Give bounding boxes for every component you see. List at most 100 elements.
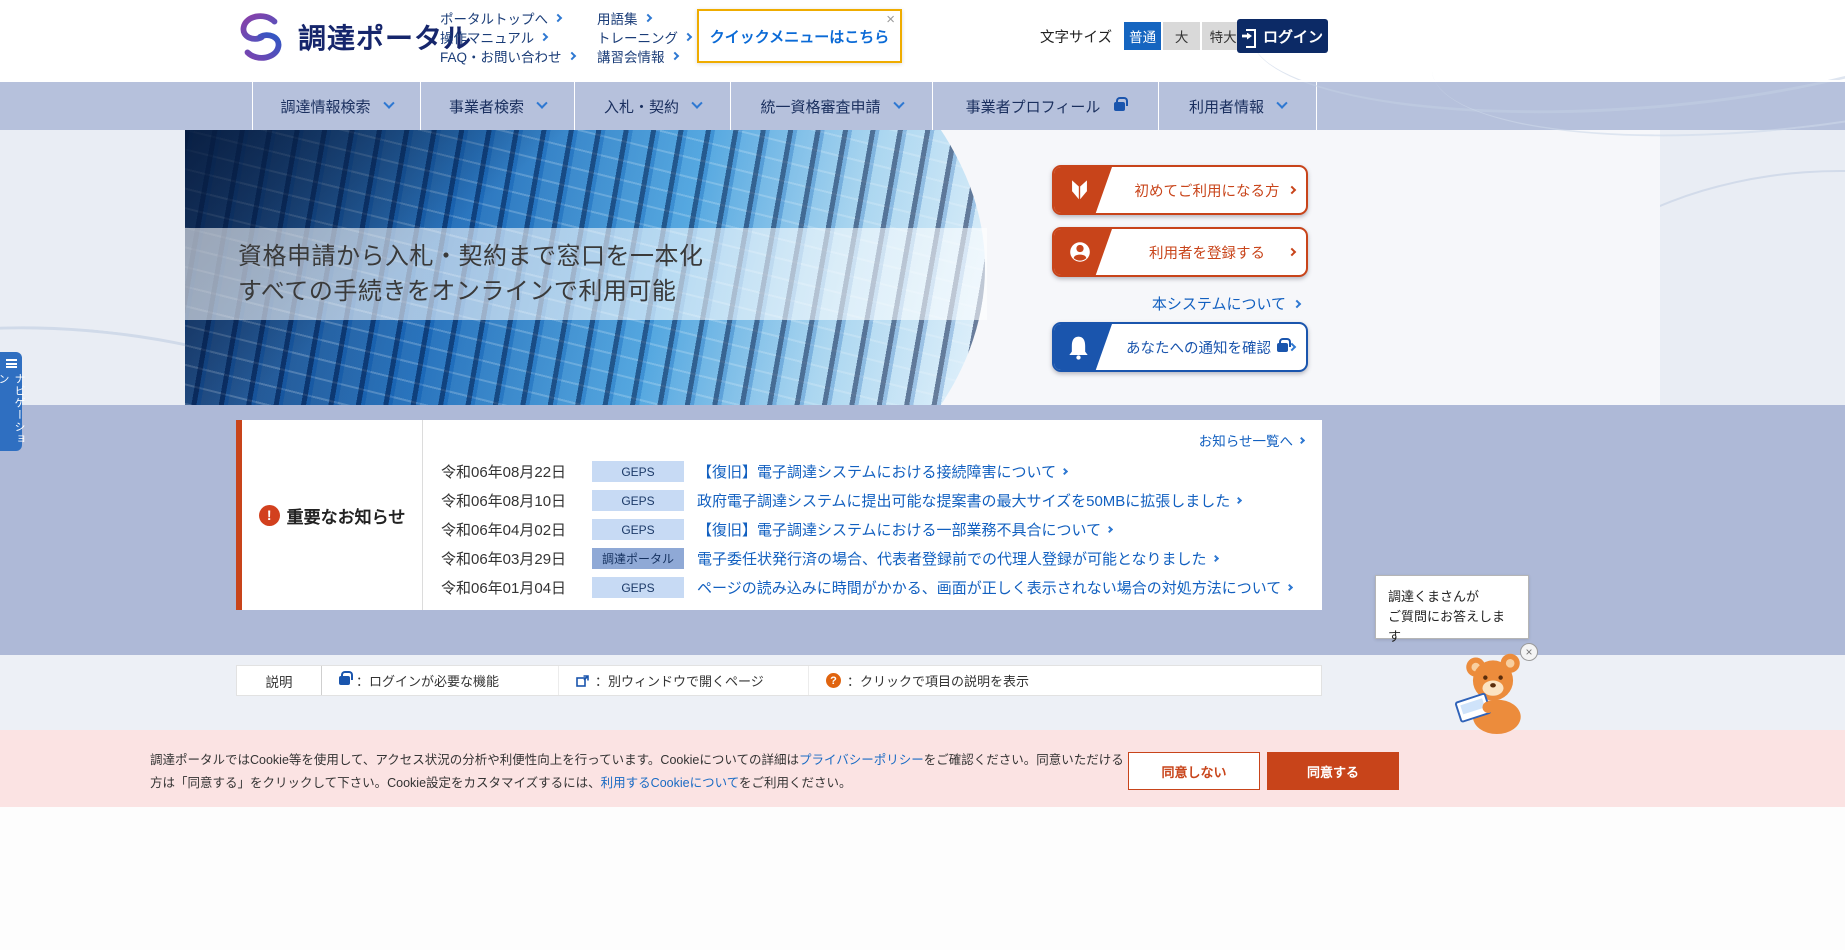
chevron-right-icon [1106,525,1114,534]
news-tag: GEPS [592,461,684,482]
global-nav: 調達情報検索 事業者検索 入札・契約 統一資格審査申請 事業者プロフィール 利用… [0,82,1845,130]
hero-line-1: 資格申請から入札・契約まで窓口を一本化 [238,243,704,270]
lock-icon [1277,337,1291,352]
mascot-close-button[interactable]: × [1520,643,1538,661]
menu-icon [5,359,17,368]
navigation-side-tab[interactable]: ナビゲーション [0,352,25,451]
lock-icon [339,671,353,685]
privacy-policy-link[interactable]: プライバシーポリシー [799,753,924,767]
person-icon [1054,229,1112,275]
news-item: 令和06年01月04日 GEPS ページの読み込みに時間がかかる、画面が正しく表… [441,573,1322,602]
logo-mark-icon [240,13,282,61]
lock-icon [1114,96,1128,111]
header-link-seminar[interactable]: 講習会情報 [597,49,691,65]
chevron-right-icon [1211,554,1219,563]
divider [0,80,1845,82]
font-size-large-button[interactable]: 大 [1163,22,1201,50]
check-notifications-button[interactable]: あなたへの通知を確認 [1052,322,1308,372]
news-tag: GEPS [592,577,684,598]
site-logo[interactable]: 調達ポータル [230,10,472,64]
bear-mascot[interactable] [1450,648,1536,734]
header-links-column-1: ポータルトップへ 操作マニュアル FAQ・お問い合わせ [440,11,576,65]
news-list: お知らせ一覧へ 令和06年08月22日 GEPS 【復旧】電子調達システムにおけ… [423,420,1322,610]
legend-label: 説明 [237,666,322,695]
font-size-label: 文字サイズ [1040,29,1113,46]
header-link-portal-top[interactable]: ポータルトップへ [440,11,575,27]
cookie-consent-text: 調達ポータルではCookie等を使用して、アクセス状況の分析や利便性向上を行って… [150,753,1124,790]
cookie-consent-banner: 調達ポータルではCookie等を使用して、アクセス状況の分析や利便性向上を行って… [0,730,1845,807]
cookie-decline-button[interactable]: 同意しない [1128,752,1260,790]
header-link-manual[interactable]: 操作マニュアル [440,30,575,46]
font-size-normal-button[interactable]: 普通 [1124,22,1162,50]
cookie-usage-link[interactable]: 利用するCookieについて [601,776,739,790]
news-list-link[interactable]: お知らせ一覧へ [1199,430,1306,450]
hero-line-2: すべての手続きをオンラインで利用可能 [238,278,677,305]
chevron-right-icon [567,51,576,60]
question-icon: ? [826,673,841,688]
news-title-link[interactable]: 電子委任状発行済の場合、代表者登録前での代理人登録が可能となりました [697,548,1219,569]
mascot-tooltip: 調達くまさんが ご質問にお答えします [1375,575,1529,644]
cookie-accept-button[interactable]: 同意する [1267,752,1399,790]
header-link-glossary[interactable]: 用語集 [597,11,691,27]
chevron-right-icon [643,13,652,22]
news-date: 令和06年04月02日 [441,522,567,539]
chevron-right-icon [1286,583,1294,592]
first-time-users-button[interactable]: 初めてご利用になる方 [1052,165,1308,215]
nav-item-vendor-profile[interactable]: 事業者プロフィール [932,82,1158,130]
legend-item-new-window: ：別ウィンドウで開くページ [559,666,809,695]
chevron-down-icon [1276,97,1288,109]
news-item: 令和06年04月02日 GEPS 【復旧】電子調達システムにおける一部業務不具合… [441,515,1322,544]
news-date: 令和06年08月22日 [441,464,567,481]
news-tag: GEPS [592,490,684,511]
legend-item-click-help: ? ：クリックで項目の説明を表示 [809,666,1321,695]
hero-panel: 資格申請から入札・契約まで窓口を一本化 すべての手続きをオンラインで利用可能 [185,130,1660,405]
nav-item-bid-contract[interactable]: 入札・契約 [574,82,730,130]
side-tab-label: ナビゲーション [0,373,25,445]
chevron-down-icon [536,97,548,109]
nav-item-procurement-search[interactable]: 調達情報検索 [252,82,420,130]
quick-menu-banner[interactable]: クイックメニューはこちら × [697,9,902,63]
external-window-icon [576,674,589,687]
chevron-right-icon [1292,299,1302,308]
chevron-down-icon [691,97,703,109]
chevron-right-icon [539,32,549,41]
chevron-down-icon [892,97,905,109]
chevron-right-icon [683,32,693,41]
important-news-card: ! 重要なお知らせ お知らせ一覧へ 令和06年08月22日 GEPS 【復旧】電… [236,420,1322,610]
news-tag: 調達ポータル [592,548,684,569]
header-links-column-2: 用語集 トレーニング 講習会情報 [597,11,693,65]
login-icon [1242,28,1256,48]
important-icon: ! [258,504,280,526]
nav-item-unified-qualification[interactable]: 統一資格審査申請 [730,82,932,130]
news-tag: GEPS [592,519,684,540]
chevron-right-icon [1297,436,1306,444]
about-system-link[interactable]: 本システムについて [1052,293,1302,314]
news-date: 令和06年03月29日 [441,551,567,568]
news-title-link[interactable]: 【復旧】電子調達システムにおける一部業務不具合について [697,519,1114,540]
news-item: 令和06年08月10日 GEPS 政府電子調達システムに提出可能な提案書の最大サ… [441,486,1322,515]
header-link-training[interactable]: トレーニング [597,30,693,46]
news-title-link[interactable]: 政府電子調達システムに提出可能な提案書の最大サイズを50MBに拡張しました [697,490,1243,511]
chevron-right-icon [670,51,679,60]
nav-item-user-info[interactable]: 利用者情報 [1158,82,1317,130]
hero-catchphrase: 資格申請から入札・契約まで窓口を一本化 すべての手続きをオンラインで利用可能 [185,228,987,320]
register-user-button[interactable]: 利用者を登録する [1052,227,1308,277]
procurement-portal-page: 調達ポータル ポータルトップへ 操作マニュアル FAQ・お問い合わせ 用語集 ト… [0,0,1845,950]
hero-section: 資格申請から入札・契約まで窓口を一本化 すべての手続きをオンラインで利用可能 初… [0,130,1845,405]
news-date: 令和06年08月10日 [441,493,567,510]
login-button[interactable]: ログイン [1237,19,1328,53]
news-title-link[interactable]: ページの読み込みに時間がかかる、画面が正しく表示されない場合の対処方法について [697,577,1294,598]
bell-icon [1054,324,1112,370]
news-item: 令和06年03月29日 調達ポータル 電子委任状発行済の場合、代表者登録前での代… [441,544,1322,573]
chevron-down-icon [382,97,395,109]
news-section: ! 重要なお知らせ お知らせ一覧へ 令和06年08月22日 GEPS 【復旧】電… [0,405,1845,655]
chevron-right-icon [553,13,563,22]
close-icon[interactable]: × [886,12,895,28]
nav-item-vendor-search[interactable]: 事業者検索 [420,82,574,130]
beginner-mark-icon [1054,167,1112,213]
footer-background [0,807,1845,950]
legend-bar: 説明 ：ログインが必要な機能 ：別ウィンドウで開くページ ? ：クリックで項目の… [236,665,1322,696]
quick-menu-label: クイックメニューはこちら [709,28,890,46]
news-title-link[interactable]: 【復旧】電子調達システムにおける接続障害について [697,461,1069,482]
header-link-faq[interactable]: FAQ・お問い合わせ [440,49,576,65]
